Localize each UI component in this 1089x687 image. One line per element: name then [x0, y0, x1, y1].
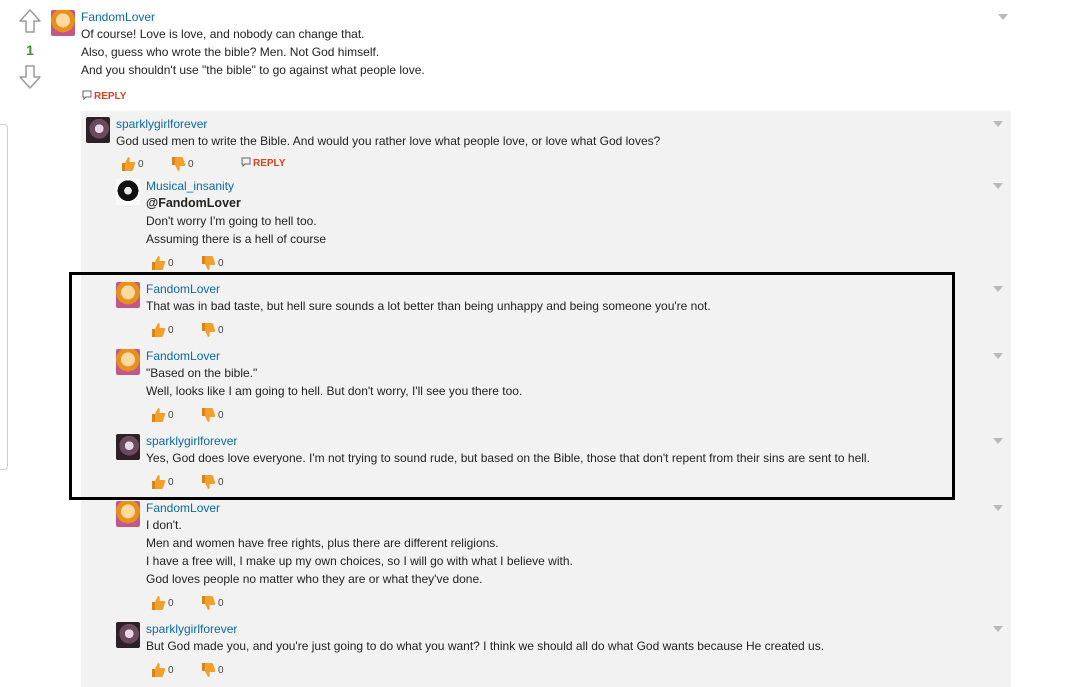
thumbs-down-count: 0	[218, 257, 224, 269]
thumbs-up-button[interactable]: 0	[150, 662, 174, 678]
comment-text-line: Assuming there is a hell of course	[146, 232, 327, 246]
comment-text-line: Don't worry I'm going to hell too.	[146, 214, 317, 228]
thumbs-up-button[interactable]: 0	[150, 255, 174, 271]
reply-label: REPLY	[253, 158, 286, 169]
thumbs-up-count: 0	[168, 257, 174, 269]
comment-menu-caret-icon[interactable]	[993, 505, 1003, 511]
thumbs-down-button[interactable]: 0	[170, 156, 194, 172]
thumbs-up-icon	[122, 157, 136, 171]
comment-text-line: Also, guess who wrote the bible? Men. No…	[81, 45, 380, 59]
mention-text[interactable]: @FandomLover	[146, 194, 241, 212]
vote-count: 1	[26, 42, 34, 58]
thumbs-down-icon	[202, 256, 216, 270]
comment-menu-caret-icon[interactable]	[993, 353, 1003, 359]
comment-menu-caret-icon[interactable]	[998, 14, 1008, 20]
reply-label: REPLY	[94, 91, 127, 102]
thumbs-down-button[interactable]: 0	[200, 662, 224, 678]
thumbs-up-icon	[152, 596, 166, 610]
comment-text-line: But God made you, and you're just going …	[146, 639, 825, 653]
side-panel-edge	[0, 124, 8, 470]
downvote-icon[interactable]	[16, 64, 44, 90]
speech-bubble-icon	[241, 157, 251, 168]
comment-text-line: God used men to write the Bible. And wou…	[116, 134, 661, 148]
thumbs-down-button[interactable]: 0	[200, 255, 224, 271]
speech-bubble-icon	[82, 90, 92, 101]
thumbs-down-count: 0	[188, 158, 194, 170]
reply-button[interactable]: REPLY	[81, 89, 126, 102]
avatar[interactable]	[116, 501, 140, 527]
comment-menu-caret-icon[interactable]	[993, 438, 1003, 444]
comment-username[interactable]: FandomLover	[81, 10, 155, 24]
upvote-icon[interactable]	[16, 8, 44, 34]
thumbs-up-count: 0	[168, 597, 174, 609]
comment-menu-caret-icon[interactable]	[993, 183, 1003, 189]
comment-username[interactable]: FandomLover	[146, 501, 220, 515]
comment-text-line: Of course! Love is love, and nobody can …	[81, 27, 365, 41]
highlight-box	[69, 272, 955, 500]
comment-username[interactable]: sparklygirlforever	[146, 622, 237, 636]
thumbs-down-icon	[202, 596, 216, 610]
comment-menu-caret-icon[interactable]	[993, 626, 1003, 632]
thumbs-down-icon	[202, 663, 216, 677]
comment-text-line: I don't.	[146, 518, 182, 532]
thumbs-up-button[interactable]: 0	[120, 156, 144, 172]
comment-text-line: I have a free will, I make up my own cho…	[146, 554, 573, 568]
thumbs-down-button[interactable]: 0	[200, 595, 224, 611]
avatar[interactable]	[51, 10, 75, 36]
avatar[interactable]	[116, 179, 140, 205]
thumbs-up-count: 0	[168, 664, 174, 676]
thumbs-down-icon	[172, 157, 186, 171]
comment-text-line: God loves people no matter who they are …	[146, 572, 483, 586]
thumbs-up-icon	[152, 663, 166, 677]
comment-menu-caret-icon[interactable]	[993, 286, 1003, 292]
comment-text-line: And you shouldn't use "the bible" to go …	[81, 63, 425, 77]
reply-button[interactable]: REPLY	[240, 156, 285, 169]
comment-username[interactable]: Musical_insanity	[146, 179, 234, 193]
thumbs-down-count: 0	[218, 664, 224, 676]
comment-username[interactable]: sparklygirlforever	[116, 117, 207, 131]
thumbs-up-button[interactable]: 0	[150, 595, 174, 611]
vote-column: 1	[16, 8, 44, 90]
thumbs-down-count: 0	[218, 597, 224, 609]
avatar[interactable]	[116, 622, 140, 648]
comment-text-line: Men and women have free rights, plus the…	[146, 536, 499, 550]
thumbs-up-icon	[152, 256, 166, 270]
thumbs-up-count: 0	[138, 158, 144, 170]
avatar[interactable]	[86, 117, 110, 143]
comment-menu-caret-icon[interactable]	[993, 121, 1003, 127]
